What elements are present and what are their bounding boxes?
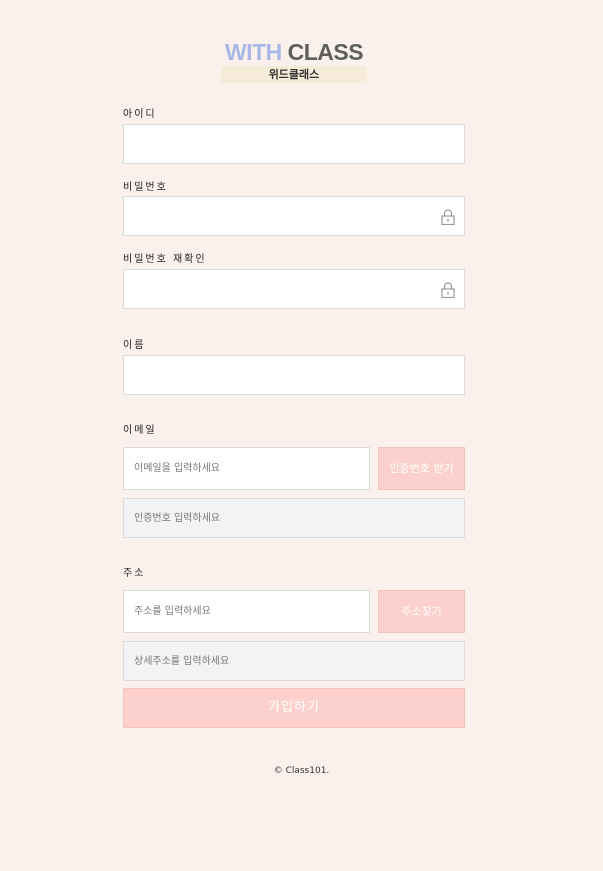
id-label: 아이디 (123, 109, 157, 120)
email-field (123, 447, 370, 490)
address-input[interactable] (124, 591, 369, 632)
name-input[interactable] (124, 356, 464, 394)
email-input[interactable] (124, 448, 369, 489)
password-field (123, 196, 465, 236)
address-field (123, 590, 370, 633)
password-confirm-label: 비밀번호 재확인 (123, 254, 207, 265)
logo: WITH CLASS 위드클래스 (221, 38, 367, 84)
address-detail-input[interactable] (124, 642, 464, 680)
code-input[interactable] (124, 499, 464, 537)
name-field (123, 355, 465, 395)
email-label: 이메일 (123, 425, 157, 436)
id-field (123, 124, 465, 164)
footer-copyright: © Class101. (273, 766, 330, 776)
address-detail-field (123, 641, 465, 681)
get-code-button[interactable]: 인증번호 받기 (378, 447, 465, 490)
id-input[interactable] (124, 125, 464, 163)
address-label: 주소 (123, 568, 146, 579)
lock-icon (441, 282, 455, 298)
code-field (123, 498, 465, 538)
password-label: 비밀번호 (123, 182, 168, 193)
name-label: 이름 (123, 340, 146, 351)
password-confirm-input[interactable] (124, 270, 464, 308)
logo-word-class: CLASS (287, 39, 364, 65)
logo-wordmark: WITH CLASS (221, 38, 367, 66)
password-input[interactable] (124, 197, 464, 235)
lock-icon (441, 209, 455, 225)
logo-subtitle: 위드클래스 (221, 66, 367, 83)
signup-page: WITH CLASS 위드클래스 아이디 비밀번호 비밀번호 재확인 이름 이메… (0, 0, 603, 871)
password-confirm-field (123, 269, 465, 309)
signup-submit-button[interactable]: 가입하기 (123, 688, 465, 728)
logo-word-with: WITH (224, 39, 282, 65)
address-search-button[interactable]: 주소찾기 (378, 590, 465, 633)
